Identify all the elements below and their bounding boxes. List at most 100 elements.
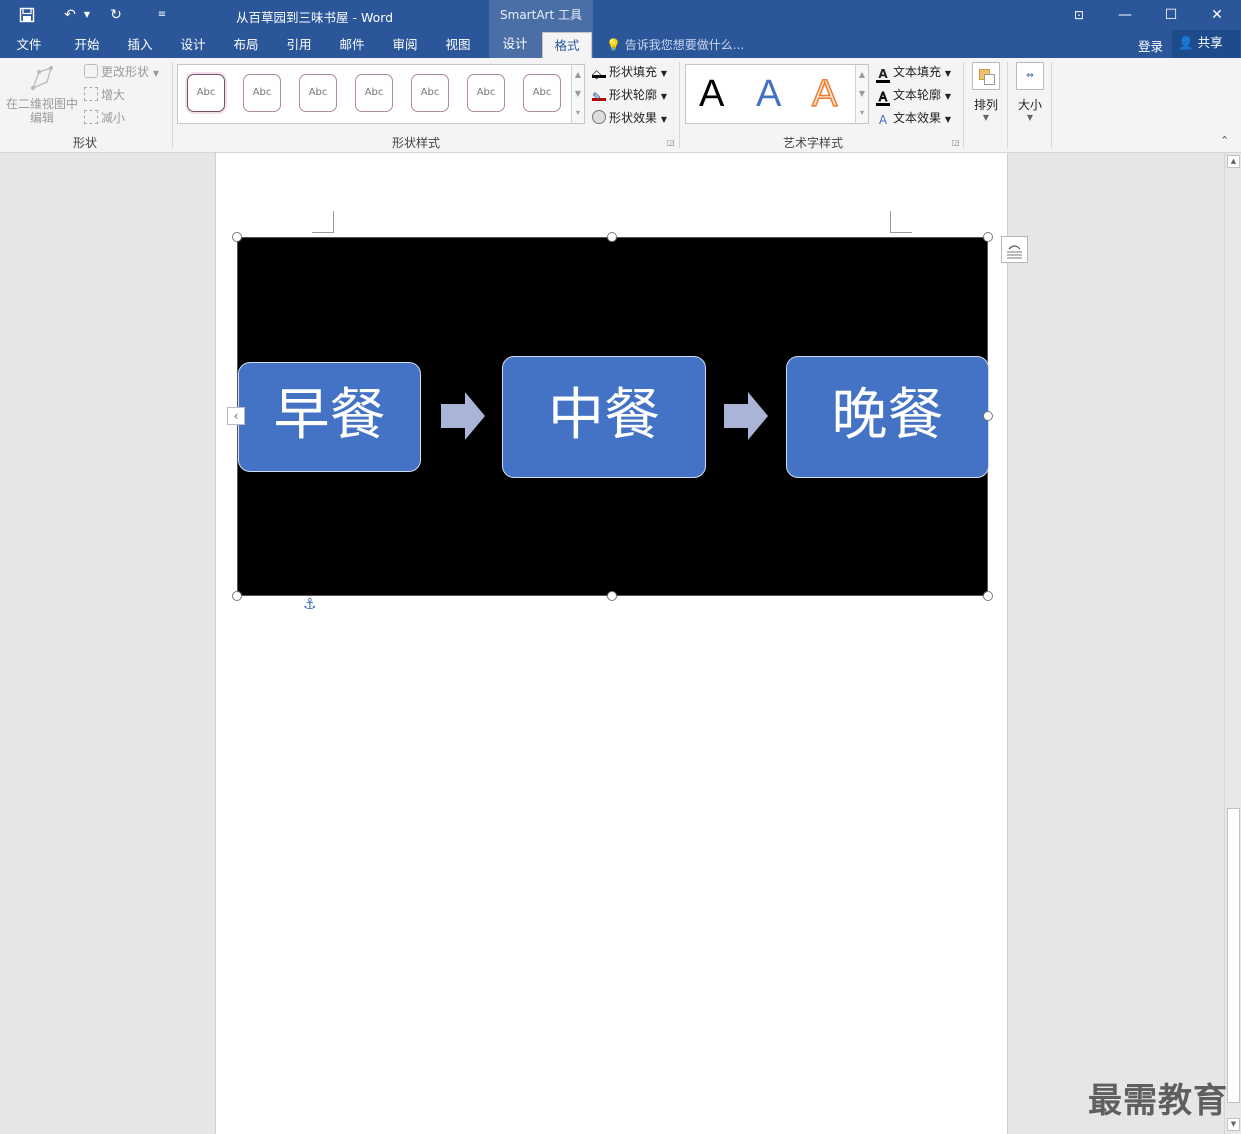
tab-layout[interactable]: 布局 <box>225 34 267 58</box>
undo-dropdown-icon[interactable]: ▼ <box>82 4 92 26</box>
tab-references[interactable]: 引用 <box>278 34 320 58</box>
ribbon-display-options-icon[interactable]: ⊡ <box>1056 0 1102 30</box>
shape-style-item[interactable]: Abc <box>187 74 225 112</box>
tab-insert[interactable]: 插入 <box>119 34 161 58</box>
gallery-scroll-down-icon[interactable]: ▼ <box>571 84 584 103</box>
size-dropdown-icon: ▼ <box>1026 113 1034 122</box>
resize-handle-sw[interactable] <box>232 591 242 601</box>
tell-me-placeholder: 告诉我您想要做什么... <box>624 38 745 52</box>
minimize-icon[interactable]: — <box>1102 0 1148 30</box>
ribbon-tabs: 文件 开始 插入 设计 布局 引用 邮件 审阅 视图 设计 格式 💡 告诉我您想… <box>0 30 1241 58</box>
size-button[interactable]: ⇔ 大小 ▼ <box>1012 62 1048 128</box>
ribbon-format: 在二维视图中 编辑 更改形状 ▼ 增大 减小 形状 Abc Abc Abc Ab… <box>0 58 1241 153</box>
resize-handle-nw[interactable] <box>232 232 242 242</box>
tab-design[interactable]: 设计 <box>172 34 214 58</box>
text-fill-icon: A <box>876 68 890 83</box>
save-icon[interactable] <box>14 4 40 26</box>
wordart-scroll-up-icon[interactable]: ▲ <box>855 65 868 84</box>
text-effects-icon: A <box>878 113 888 127</box>
text-outline-button[interactable]: A 文本轮廓 ▼ <box>876 85 951 106</box>
shape-effects-dropdown-icon: ▼ <box>660 115 667 124</box>
vertical-scrollbar[interactable]: ▲ ▼ <box>1224 153 1241 1134</box>
share-button[interactable]: 👤 共享 <box>1172 30 1240 58</box>
text-fill-button[interactable]: A 文本填充 ▼ <box>876 62 951 83</box>
smaller-label: 减小 <box>101 111 126 125</box>
crop-mark-top-right <box>890 211 912 233</box>
undo-icon[interactable]: ↶ <box>58 4 82 26</box>
smartart-step-1[interactable]: 早餐 <box>238 362 421 472</box>
shape-style-item[interactable]: Abc <box>411 74 449 112</box>
larger-icon <box>84 87 98 101</box>
change-shape-label: 更改形状 <box>101 65 150 79</box>
customize-qat-icon[interactable]: ≡ <box>152 4 172 26</box>
text-effects-dropdown-icon: ▼ <box>944 115 951 124</box>
gallery-scroll-up-icon[interactable]: ▲ <box>571 65 584 84</box>
pen-icon: ✎ <box>592 87 606 104</box>
shape-styles-dialog-launcher-icon[interactable]: ◲ <box>667 138 675 147</box>
edit-shape-icon <box>31 66 53 90</box>
maximize-icon[interactable]: ☐ <box>1148 0 1194 30</box>
redo-icon[interactable]: ↻ <box>104 4 128 26</box>
tell-me-search[interactable]: 💡 告诉我您想要做什么... <box>606 36 744 53</box>
scrollbar-thumb[interactable] <box>1227 808 1240 1103</box>
tab-smartart-design[interactable]: 设计 <box>489 30 541 58</box>
resize-handle-e[interactable] <box>983 411 993 421</box>
scroll-down-icon[interactable]: ▼ <box>1227 1118 1240 1131</box>
shape-outline-button[interactable]: ✎ 形状轮廓 ▼ <box>592 85 667 105</box>
wordart-scroll-down-icon[interactable]: ▼ <box>855 84 868 103</box>
edit-in-2d-button[interactable]: 在二维视图中 编辑 <box>4 62 80 130</box>
larger-button[interactable]: 增大 <box>84 85 125 105</box>
share-label: 共享 <box>1197 35 1223 50</box>
document-title: 从百草园到三味书屋 - Word <box>236 10 394 25</box>
smartart-step-2[interactable]: 中餐 <box>502 356 706 478</box>
shape-outline-label: 形状轮廓 <box>609 88 658 102</box>
group-separator <box>1051 62 1052 148</box>
crop-mark-top-left <box>312 211 334 233</box>
tab-home[interactable]: 开始 <box>66 34 108 58</box>
shape-effects-button[interactable]: 形状效果 ▼ <box>592 108 667 128</box>
smaller-button[interactable]: 减小 <box>84 108 125 128</box>
change-shape-icon <box>84 64 98 78</box>
change-shape-button[interactable]: 更改形状 ▼ <box>84 62 159 82</box>
shape-style-item[interactable]: Abc <box>299 74 337 112</box>
tab-review[interactable]: 审阅 <box>384 34 426 58</box>
wordart-styles-gallery[interactable]: A A A ▲ ▼ ▾ <box>685 64 869 124</box>
text-pane-toggle-icon[interactable]: ‹ <box>227 407 245 425</box>
resize-handle-n[interactable] <box>607 232 617 242</box>
shape-style-item[interactable]: Abc <box>467 74 505 112</box>
text-fill-label: 文本填充 <box>893 65 942 79</box>
wordart-style-blue[interactable]: A <box>756 74 781 114</box>
layout-options-icon[interactable] <box>1001 236 1028 263</box>
edit-in-2d-label-2: 编辑 <box>29 111 54 125</box>
tab-view[interactable]: 视图 <box>437 34 479 58</box>
wordart-dialog-launcher-icon[interactable]: ◲ <box>952 138 960 147</box>
shape-style-item[interactable]: Abc <box>523 74 561 112</box>
close-icon[interactable]: ✕ <box>1194 0 1240 30</box>
text-effects-button[interactable]: A 文本效果 ▼ <box>876 108 951 128</box>
arrange-button[interactable]: 排列 ▼ <box>968 62 1004 128</box>
scroll-up-icon[interactable]: ▲ <box>1227 155 1240 168</box>
step-3-text: 晚餐 <box>831 383 944 448</box>
smartart-step-3[interactable]: 晚餐 <box>786 356 989 478</box>
wordart-more-icon[interactable]: ▾ <box>855 103 868 123</box>
wordart-style-orange[interactable]: A <box>811 73 838 115</box>
resize-handle-se[interactable] <box>983 591 993 601</box>
arrange-dropdown-icon: ▼ <box>982 113 990 122</box>
shape-style-item[interactable]: Abc <box>355 74 393 112</box>
tab-smartart-format[interactable]: 格式 <box>542 32 592 58</box>
smartart-arrow-1 <box>441 392 485 440</box>
wordart-style-black[interactable]: A <box>699 74 724 114</box>
smartart-graphic[interactable]: 早餐 中餐 晚餐 <box>237 237 989 596</box>
resize-handle-s[interactable] <box>607 591 617 601</box>
sign-in-link[interactable]: 登录 <box>1138 36 1163 55</box>
collapse-ribbon-icon[interactable]: ⌃ <box>1220 134 1229 147</box>
shape-style-item[interactable]: Abc <box>243 74 281 112</box>
gallery-more-icon[interactable]: ▾ <box>571 103 584 123</box>
shape-fill-button[interactable]: ◇ 形状填充 ▼ <box>592 62 667 82</box>
resize-handle-ne[interactable] <box>983 232 993 242</box>
tab-mailings[interactable]: 邮件 <box>331 34 373 58</box>
smartart-tools-label: SmartArt 工具 <box>489 0 593 30</box>
shape-styles-gallery[interactable]: Abc Abc Abc Abc Abc Abc Abc ▲ ▼ ▾ <box>177 64 585 124</box>
arrange-icon <box>972 62 1000 90</box>
tab-file[interactable]: 文件 <box>8 34 50 58</box>
